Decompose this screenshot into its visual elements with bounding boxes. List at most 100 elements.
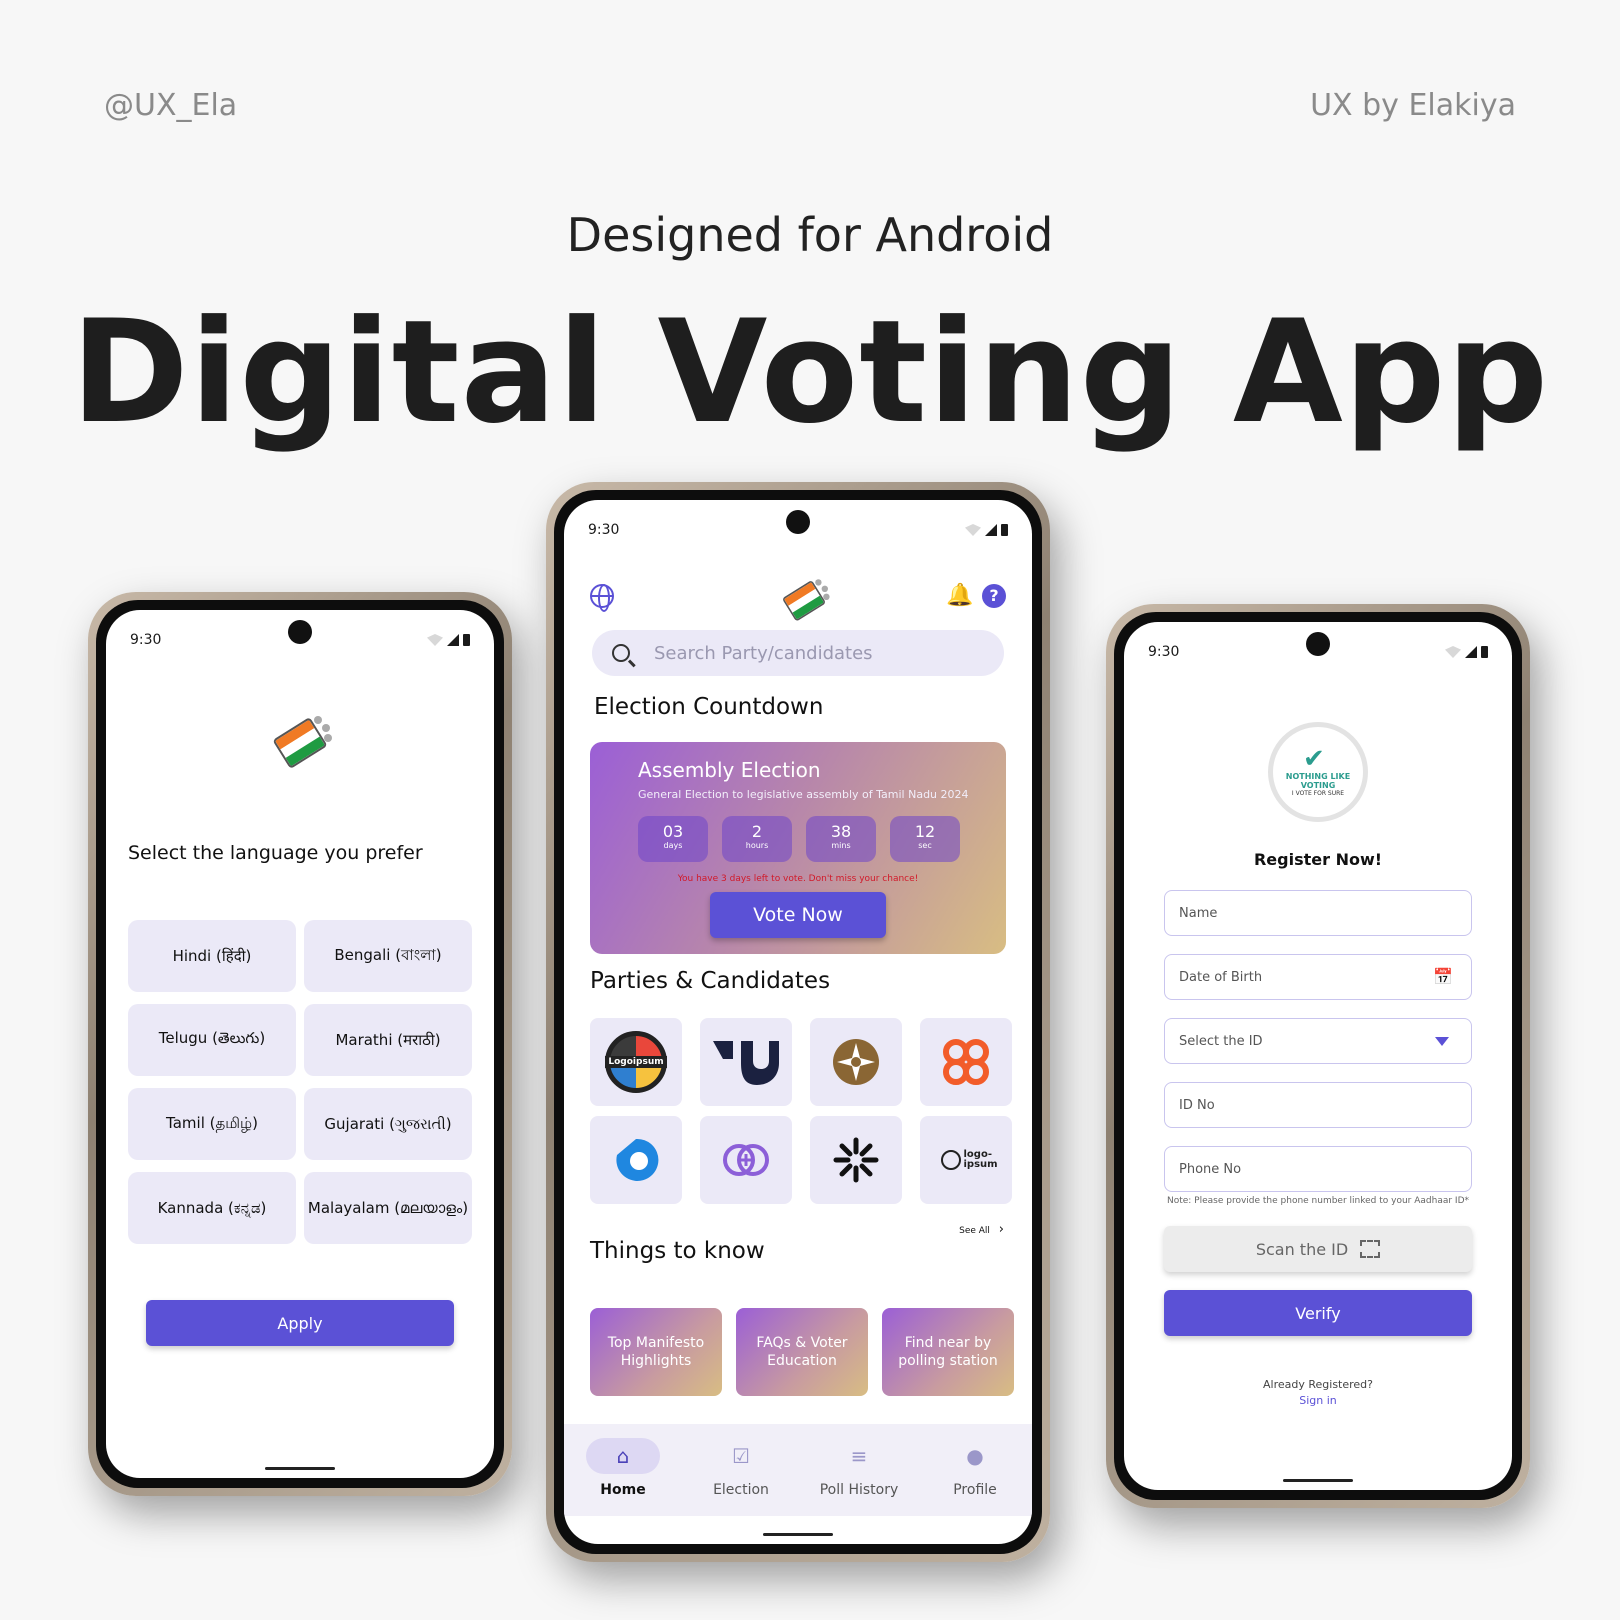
history-icon: ≡ [850, 1444, 868, 1468]
language-option-kannada[interactable]: Kannada (ಕನ್ನಡ) [128, 1172, 296, 1244]
nav-poll-history[interactable]: ≡ Poll History [804, 1438, 914, 1498]
page-title: Digital Voting App [70, 290, 1550, 455]
chevron-right-icon: › [998, 1222, 1004, 1237]
bottom-navigation: ⌂ Home ☑ Election ≡ Poll History ● Profi… [564, 1424, 1032, 1516]
signal-icon [447, 634, 459, 646]
vote-now-button[interactable]: Vote Now [710, 892, 886, 938]
phone-field[interactable]: Phone No [1164, 1146, 1472, 1192]
manifesto-card[interactable]: Top Manifesto Highlights [590, 1308, 722, 1396]
countdown-sec: 12 sec [890, 816, 960, 862]
nav-home-label: Home [600, 1482, 646, 1498]
party-tile[interactable] [810, 1018, 902, 1106]
countdown-mins: 38 mins [806, 816, 876, 862]
election-title: Assembly Election [638, 758, 821, 782]
things-to-know-heading: Things to know [590, 1238, 765, 1264]
designer-credit: UX by Elakiya [1310, 88, 1516, 123]
party-tile[interactable] [700, 1116, 792, 1204]
ballot-icon: ☑ [732, 1444, 750, 1468]
party-tile[interactable]: Logoipsum [590, 1018, 682, 1106]
id-number-field[interactable]: ID No [1164, 1082, 1472, 1128]
battery-icon [1481, 646, 1488, 658]
dob-field[interactable]: Date of Birth 📅 [1164, 954, 1472, 1000]
home-icon: ⌂ [616, 1444, 630, 1468]
page-subtitle: Designed for Android [566, 208, 1054, 262]
search-input[interactable]: Search Party/candidates [592, 630, 1004, 676]
signal-icon [1465, 646, 1477, 658]
nav-profile[interactable]: ● Profile [920, 1438, 1030, 1498]
battery-icon [463, 634, 470, 646]
party-tile[interactable] [810, 1116, 902, 1204]
countdown-timer: 03 days 2 hours 38 mins 12 sec [638, 816, 960, 862]
person-icon: ● [966, 1444, 984, 1468]
language-grid: Hindi (हिंदी) Bengali (বাংলা) Telugu (తె… [128, 920, 472, 1244]
language-option-gujarati[interactable]: Gujarati (ગુજરાતી) [304, 1088, 472, 1160]
help-icon[interactable]: ? [982, 584, 1006, 608]
home-screen: 9:30 🔔 ? Search Party/candidates Electio… [564, 500, 1032, 1544]
checkmark-icon: ✔ [1303, 744, 1325, 774]
party-globe-logo: logo-ipsum [940, 1150, 998, 1170]
party-rings-icon [723, 1144, 769, 1176]
language-phone: 9:30 Select the language you prefer Hind… [88, 592, 512, 1496]
nav-election[interactable]: ☑ Election [686, 1438, 796, 1498]
polling-station-card[interactable]: Find near by polling station [882, 1308, 1014, 1396]
party-tile[interactable] [700, 1018, 792, 1106]
nav-election-label: Election [713, 1482, 769, 1498]
home-indicator[interactable] [763, 1533, 833, 1536]
app-top-bar: 🔔 ? [590, 574, 1006, 622]
home-indicator[interactable] [265, 1467, 335, 1470]
party-tile[interactable]: logo-ipsum [920, 1116, 1012, 1204]
parties-heading: Parties & Candidates [590, 968, 831, 994]
faq-card[interactable]: FAQs & Voter Education [736, 1308, 868, 1396]
signal-icon [985, 524, 997, 536]
language-option-telugu[interactable]: Telugu (తెలుగు) [128, 1004, 296, 1076]
register-screen: 9:30 ✔ NOTHING LIKE VOTING I VOTE FOR SU… [1124, 622, 1512, 1490]
home-phone: 9:30 🔔 ? Search Party/candidates Electio… [546, 482, 1050, 1562]
name-field[interactable]: Name [1164, 890, 1472, 936]
party-grid: Logoipsum logo-ipsum [590, 1018, 1012, 1204]
handle-credit: @UX_Ela [104, 88, 238, 123]
party-flower-icon [943, 1039, 989, 1085]
language-option-marathi[interactable]: Marathi (मराठी) [304, 1004, 472, 1076]
party-tile[interactable] [920, 1018, 1012, 1106]
calendar-icon[interactable]: 📅 [1433, 967, 1453, 986]
status-time: 9:30 [130, 632, 162, 648]
status-bar: 9:30 [588, 522, 1008, 542]
eci-logo [778, 574, 830, 625]
logoipsum-round-icon: Logoipsum [605, 1031, 667, 1093]
voting-campaign-logo: ✔ NOTHING LIKE VOTING I VOTE FOR SURE [1268, 722, 1368, 822]
election-subtitle: General Election to legislative assembly… [638, 788, 969, 801]
countdown-heading: Election Countdown [594, 694, 824, 720]
status-bar: 9:30 [130, 632, 470, 652]
party-tile[interactable] [590, 1116, 682, 1204]
party-drop-icon [616, 1138, 659, 1181]
countdown-card: Assembly Election General Election to le… [590, 742, 1006, 954]
nav-profile-label: Profile [953, 1482, 997, 1498]
status-bar: 9:30 [1148, 644, 1488, 664]
wifi-icon [1445, 646, 1461, 658]
see-all-link[interactable]: See All › [959, 1222, 1004, 1237]
language-option-tamil[interactable]: Tamil (தமிழ்) [128, 1088, 296, 1160]
language-option-hindi[interactable]: Hindi (हिंदी) [128, 920, 296, 992]
nav-poll-history-label: Poll History [819, 1482, 899, 1498]
chevron-down-icon [1435, 1037, 1449, 1046]
language-option-bengali[interactable]: Bengali (বাংলা) [304, 920, 472, 992]
phone-note: Note: Please provide the phone number li… [1166, 1196, 1470, 1206]
home-indicator[interactable] [1283, 1479, 1353, 1482]
id-type-select[interactable]: Select the ID [1164, 1018, 1472, 1064]
party-u-icon [713, 1041, 779, 1085]
battery-icon [1001, 524, 1008, 536]
language-heading: Select the language you prefer [128, 842, 423, 864]
nav-home[interactable]: ⌂ Home [568, 1438, 678, 1498]
scan-id-button[interactable]: Scan the ID [1164, 1226, 1472, 1272]
bell-icon[interactable]: 🔔 [946, 584, 973, 608]
language-option-malayalam[interactable]: Malayalam (മലയാളം) [304, 1172, 472, 1244]
sign-in-link[interactable]: Sign in [1124, 1394, 1512, 1407]
globe-icon [940, 1150, 961, 1170]
verify-button[interactable]: Verify [1164, 1290, 1472, 1336]
wifi-icon [965, 524, 981, 536]
apply-button[interactable]: Apply [146, 1300, 454, 1346]
status-time: 9:30 [1148, 644, 1180, 660]
things-to-know-list: Top Manifesto Highlights FAQs & Voter Ed… [590, 1308, 1014, 1396]
eci-logo [268, 710, 332, 774]
globe-icon[interactable] [590, 584, 614, 612]
